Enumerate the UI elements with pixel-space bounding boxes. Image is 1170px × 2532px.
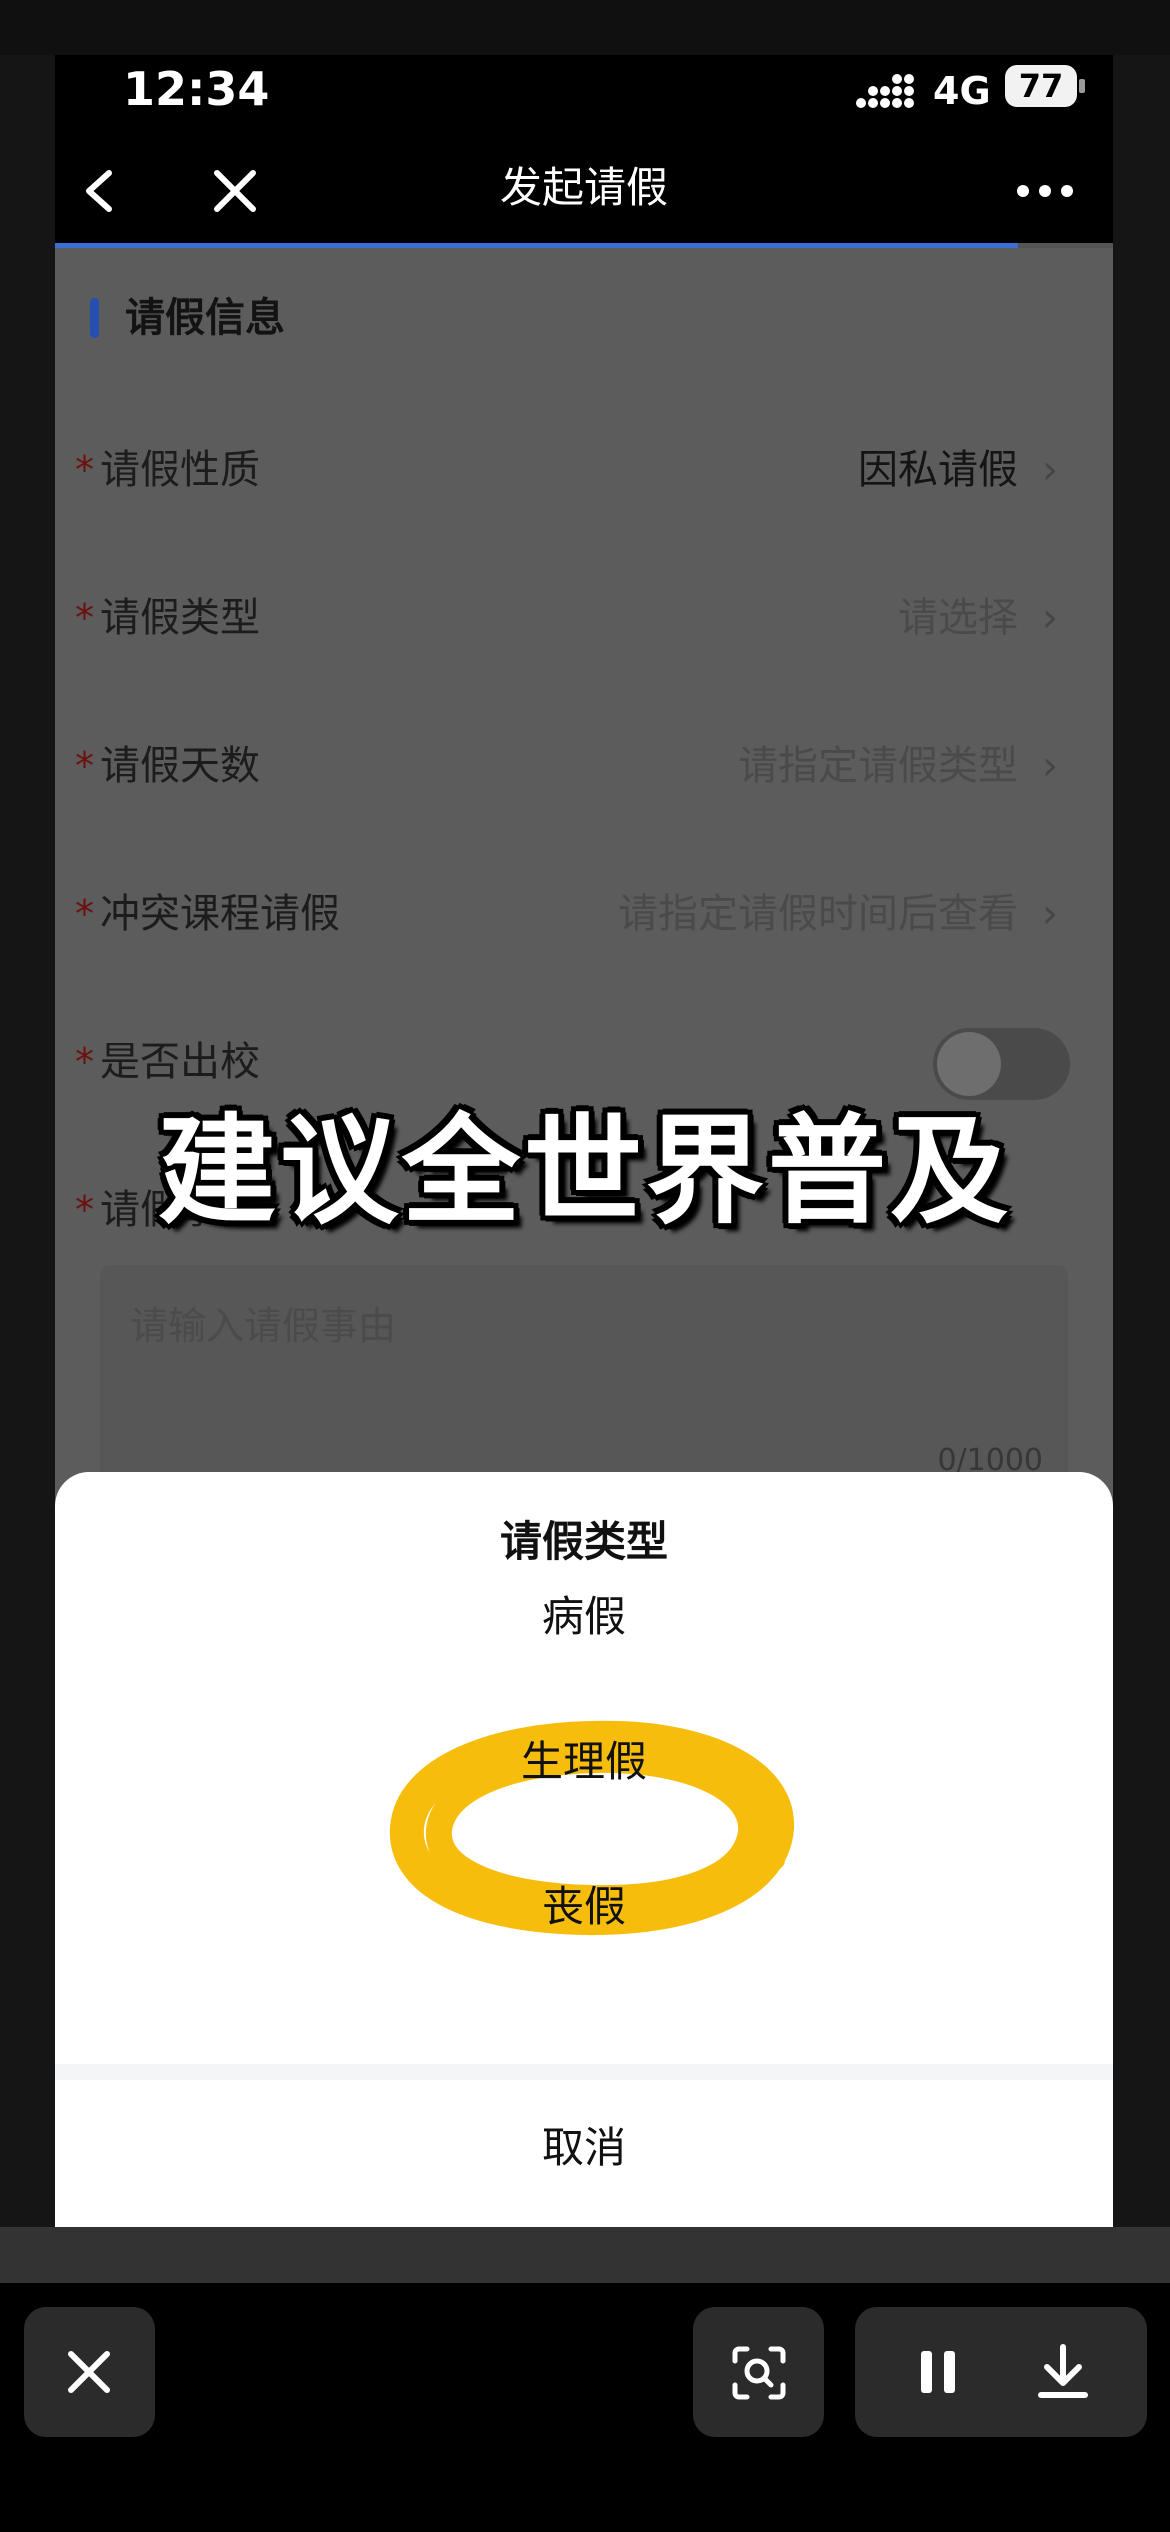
required-mark: * — [75, 448, 94, 492]
nav-bar: 发起请假 — [55, 123, 1113, 245]
required-mark: * — [75, 596, 94, 640]
top-band — [0, 0, 1170, 55]
network-label: 4G — [933, 69, 991, 113]
chevron-right-icon: › — [1042, 447, 1058, 493]
close-icon[interactable] — [205, 161, 265, 221]
row-value: 请选择 — [898, 595, 1018, 641]
scan-button[interactable] — [693, 2307, 824, 2437]
section-title: 请假信息 — [125, 295, 285, 341]
option-menstrual-leave[interactable]: 生理假 — [55, 1727, 1113, 1797]
row-label: 请假天数 — [100, 743, 260, 789]
playback-controls — [855, 2307, 1147, 2437]
required-mark: * — [75, 892, 94, 936]
option-bereavement-leave[interactable]: 丧假 — [55, 1872, 1113, 1942]
back-arrow-icon[interactable] — [75, 161, 125, 221]
row-leave-days[interactable]: * 请假天数 请指定请假类型 › — [55, 692, 1113, 840]
video-caption: 建议全世界普及 — [157, 1102, 1012, 1240]
chevron-right-icon: › — [1042, 743, 1058, 789]
chevron-right-icon: › — [1042, 891, 1058, 937]
scan-search-icon — [732, 2346, 786, 2400]
leave-type-sheet: 请假类型 病假 生理假 丧假 取消 — [55, 1472, 1113, 2227]
download-icon[interactable] — [1035, 2343, 1091, 2401]
battery-tip — [1079, 79, 1085, 93]
row-conflict-course[interactable]: * 冲突课程请假 请指定请假时间后查看 › — [55, 840, 1113, 988]
required-mark: * — [75, 744, 94, 788]
reason-placeholder: 请输入请假事由 — [130, 1304, 397, 1348]
row-value: 请指定请假时间后查看 — [618, 891, 1018, 937]
battery-icon: 77 — [1005, 65, 1077, 107]
signal-icon — [856, 74, 914, 108]
more-icon[interactable] — [1005, 161, 1085, 221]
row-value: 因私请假 — [858, 447, 1018, 493]
row-value: 请指定请假类型 — [738, 743, 1018, 789]
chevron-right-icon: › — [1042, 595, 1058, 641]
row-leave-nature[interactable]: * 请假性质 因私请假 › — [55, 396, 1113, 544]
sheet-title: 请假类型 — [499, 1517, 668, 1566]
cancel-button[interactable]: 取消 — [55, 2080, 1113, 2227]
row-label: 冲突课程请假 — [100, 891, 340, 937]
row-label: 请假类型 — [100, 595, 260, 641]
close-icon — [68, 2351, 110, 2393]
option-sick-leave[interactable]: 病假 — [55, 1582, 1113, 1652]
status-time: 12:34 — [123, 62, 270, 116]
pause-icon[interactable] — [913, 2347, 963, 2397]
separator-band — [0, 2227, 1170, 2283]
section-marker — [90, 298, 99, 338]
player-controls — [0, 2283, 1170, 2532]
row-label: 请假性质 — [100, 447, 260, 493]
status-bar: 12:34 4G 77 — [55, 55, 1113, 123]
row-leave-type[interactable]: * 请假类型 请选择 › — [55, 544, 1113, 692]
sheet-divider — [55, 2064, 1113, 2080]
close-player-button[interactable] — [24, 2307, 155, 2437]
